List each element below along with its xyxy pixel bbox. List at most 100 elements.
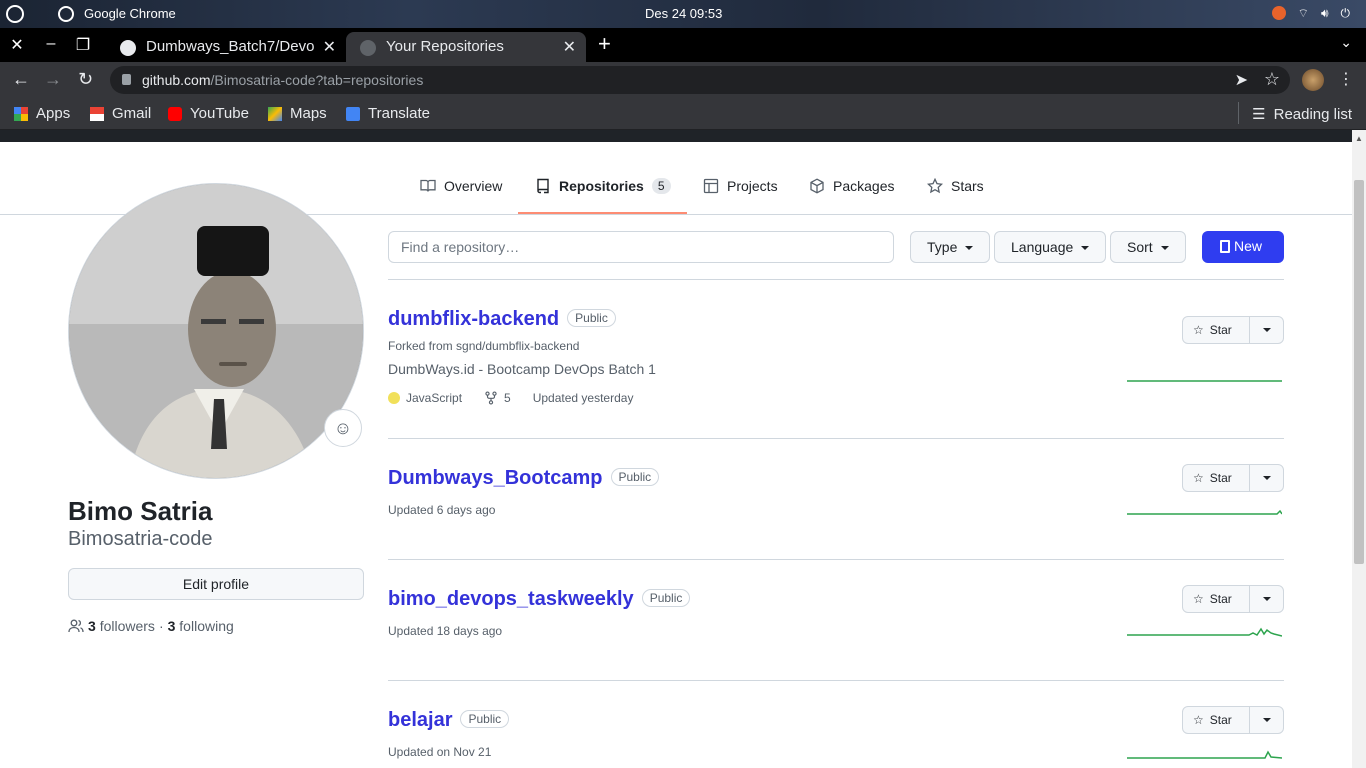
close-window-icon[interactable]: ✕ xyxy=(7,35,27,55)
star-button[interactable]: ☆ Star xyxy=(1182,706,1284,734)
package-icon xyxy=(810,178,824,194)
activity-sparkline xyxy=(1127,380,1282,382)
sort-filter-button[interactable]: Sort xyxy=(1110,231,1186,263)
caret-down-icon xyxy=(1263,718,1271,722)
repo-item: Dumbways_Bootcamp Public Updated 6 days a… xyxy=(388,464,1284,559)
minimize-window-icon[interactable]: ‒ xyxy=(41,35,61,53)
back-icon[interactable]: ← xyxy=(12,69,30,90)
caret-down-icon xyxy=(1263,597,1271,601)
star-icon: ☆ xyxy=(1193,323,1204,337)
reading-list-icon: ☰ xyxy=(1252,106,1266,123)
restore-window-icon[interactable]: ❐ xyxy=(73,35,93,55)
system-tray[interactable]: ⌔ 🔊︎ ⏻ xyxy=(1271,6,1351,21)
chrome-menu-icon[interactable]: ⋮ xyxy=(1338,69,1354,89)
caret-down-icon xyxy=(965,246,974,251)
separator: · xyxy=(158,618,164,634)
profile-avatar-icon[interactable] xyxy=(1302,69,1324,91)
star-list-dropdown[interactable] xyxy=(1249,465,1283,491)
star-list-dropdown[interactable] xyxy=(1249,707,1283,733)
bookmark-maps[interactable]: Maps xyxy=(268,105,327,122)
app-name[interactable]: Google Chrome xyxy=(84,6,176,21)
caret-down-icon xyxy=(1263,476,1271,480)
star-icon: ☆ xyxy=(1193,713,1204,727)
visibility-badge: Public xyxy=(460,710,510,728)
page-scrollbar[interactable]: ▲ xyxy=(1352,130,1366,768)
forward-icon[interactable]: → xyxy=(44,69,62,90)
close-tab-icon[interactable]: ✕ xyxy=(323,37,336,57)
repo-count-badge: 5 xyxy=(651,178,671,194)
repo-name-link[interactable]: bimo_devops_taskweekly xyxy=(388,588,634,611)
book-icon xyxy=(420,179,436,192)
gmail-icon xyxy=(90,106,104,121)
type-filter-button[interactable]: Type xyxy=(910,231,991,263)
activities-icon[interactable] xyxy=(6,5,24,23)
bookmark-apps[interactable]: Apps xyxy=(14,105,70,122)
tab-your-repositories[interactable]: Your Repositories ✕ xyxy=(346,32,586,62)
divider xyxy=(388,680,1284,681)
repo-name-link[interactable]: dumbflix-backend xyxy=(388,308,559,331)
send-tab-icon[interactable]: ➤ xyxy=(1235,70,1248,90)
fork-count-link[interactable]: 5 xyxy=(504,391,511,405)
star-list-dropdown[interactable] xyxy=(1249,317,1283,343)
clock[interactable]: Des 24 09:53 xyxy=(645,6,722,21)
github-icon xyxy=(120,40,136,56)
avatar-photo xyxy=(69,184,363,478)
bookmark-translate[interactable]: Translate xyxy=(346,105,430,122)
language-filter-button[interactable]: Language xyxy=(994,231,1107,263)
tab-repositories[interactable]: Repositories 5 xyxy=(535,178,671,194)
caret-down-icon xyxy=(1263,328,1271,332)
tab-stars[interactable]: Stars xyxy=(927,178,984,194)
close-tab-icon[interactable]: ✕ xyxy=(563,37,576,57)
repo-item: dumbflix-backend Public Forked from sgnd/… xyxy=(388,308,1284,438)
repo-name-link[interactable]: belajar xyxy=(388,709,452,732)
reload-icon[interactable]: ↻ xyxy=(78,69,93,90)
star-list-dropdown[interactable] xyxy=(1249,586,1283,612)
bookmark-gmail[interactable]: Gmail xyxy=(90,105,151,122)
lock-icon[interactable] xyxy=(122,74,131,85)
bookmark-star-icon[interactable]: ☆ xyxy=(1264,69,1280,90)
fork-icon xyxy=(485,391,497,405)
activity-sparkline xyxy=(1127,750,1282,759)
github-icon xyxy=(360,40,376,56)
reading-list-button[interactable]: ☰ Reading list xyxy=(1238,102,1352,124)
set-status-button[interactable]: ☺ xyxy=(324,409,362,447)
bookmark-youtube[interactable]: YouTube xyxy=(168,105,249,122)
followers-link[interactable]: 3 followers xyxy=(88,618,155,634)
divider xyxy=(388,279,1284,280)
repo-name-link[interactable]: Dumbways_Bootcamp xyxy=(388,467,603,490)
power-icon: ⏻ xyxy=(1340,6,1351,20)
navigation-bar: ← → ↻ github.com/Bimosatria-code?tab=rep… xyxy=(0,62,1366,98)
repo-item: bimo_devops_taskweekly Public Updated 18 … xyxy=(388,585,1284,680)
profile-avatar[interactable] xyxy=(68,183,364,479)
scroll-up-icon[interactable]: ▲ xyxy=(1355,134,1363,143)
tab-projects[interactable]: Projects xyxy=(703,178,778,194)
edit-profile-button[interactable]: Edit profile xyxy=(68,568,364,600)
star-button[interactable]: ☆ Star xyxy=(1182,585,1284,613)
new-tab-button[interactable]: + xyxy=(598,31,611,57)
profile-full-name: Bimo Satria xyxy=(68,496,213,526)
tab-search-icon[interactable]: ⌄ xyxy=(1340,34,1352,51)
url-text[interactable]: github.com/Bimosatria-code?tab=repositor… xyxy=(142,72,423,88)
star-button[interactable]: ☆ Star xyxy=(1182,464,1284,492)
caret-down-icon xyxy=(1081,246,1090,251)
tab-packages[interactable]: Packages xyxy=(809,178,894,194)
table-icon xyxy=(703,178,719,194)
following-link[interactable]: 3 following xyxy=(168,618,234,634)
updated-text: Updated yesterday xyxy=(532,391,634,405)
tab-dumbways[interactable]: Dumbways_Batch7/Devo ✕ xyxy=(106,32,346,62)
forked-from-link[interactable]: Forked from sgnd/dumbflix-backend xyxy=(388,339,1284,353)
star-icon: ☆ xyxy=(1193,471,1204,485)
tab-overview[interactable]: Overview xyxy=(420,178,502,194)
profile-username: Bimosatria-code xyxy=(68,528,213,550)
scrollbar-thumb[interactable] xyxy=(1354,180,1364,564)
translate-icon xyxy=(346,106,360,121)
search-input[interactable]: Find a repository… xyxy=(388,231,894,263)
star-button[interactable]: ☆ Star xyxy=(1182,316,1284,344)
visibility-badge: Public xyxy=(567,309,616,327)
visibility-badge: Public xyxy=(641,589,691,607)
page-content: Overview Repositories 5 Projects Package… xyxy=(0,130,1352,768)
new-repo-button[interactable]: New xyxy=(1202,231,1284,263)
visibility-badge: Public xyxy=(610,468,660,486)
address-bar[interactable]: github.com/Bimosatria-code?tab=repositor… xyxy=(110,66,1290,94)
notification-icon[interactable] xyxy=(1271,6,1286,20)
